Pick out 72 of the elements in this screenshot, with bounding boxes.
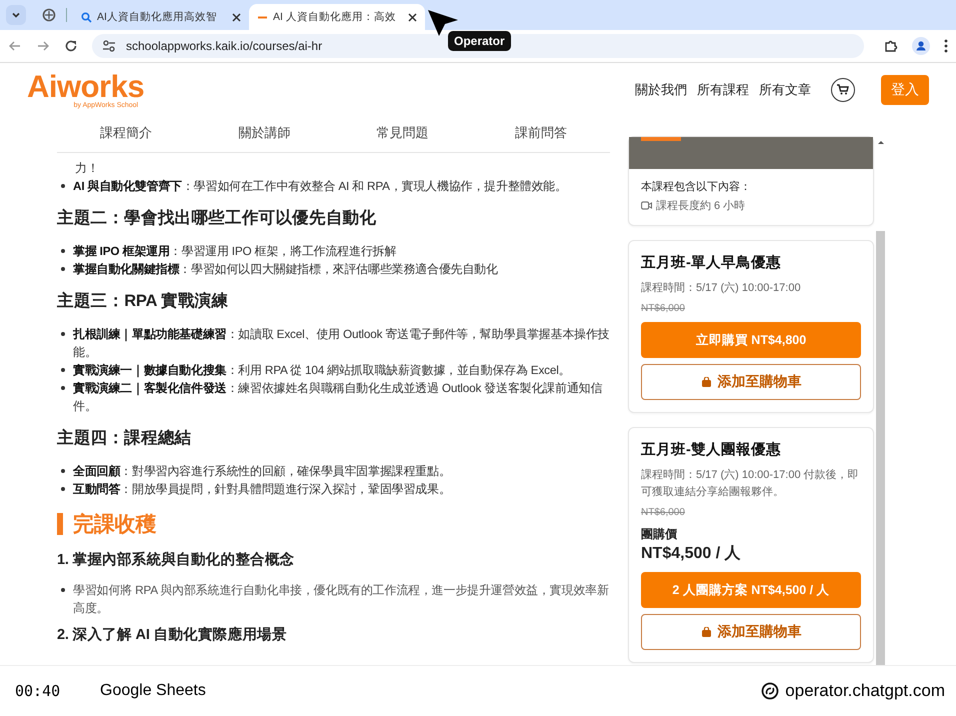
timer-text: 00:40 <box>15 682 62 700</box>
section-tab[interactable]: 常見問題 <box>334 116 472 152</box>
profile-icon[interactable] <box>912 37 930 55</box>
topic-heading: 主題二：學會找出哪些工作可以優先自動化 <box>57 208 378 229</box>
bullet-icon <box>61 469 65 473</box>
list-item-text: 力！ <box>74 160 100 177</box>
topic-heading: 主題四：課程總結 <box>57 428 192 449</box>
includes-title: 本課程包含以下內容： <box>641 180 752 194</box>
bullet-icon <box>61 184 65 188</box>
cart-button[interactable] <box>831 78 855 102</box>
bag-icon <box>700 627 712 637</box>
reload-icon[interactable] <box>64 39 78 53</box>
list-item-text: AI 與自動化雙管齊下：學習如何在工作中有效整合 AI 和 RPA，實現人機協作，提升整體效能。 <box>73 178 568 195</box>
subheading: 2. 深入了解 AI 自動化實際應用場景 <box>57 626 288 644</box>
add-to-cart-button[interactable]: 添加至購物車 <box>641 364 861 400</box>
brand-url: operator.chatgpt.com <box>785 681 945 701</box>
list-item-text: 實戰演練一｜數據自動化搜集：利用 RPA 從 104 網站抓取職缺薪資數據，並自動保存為 Excel。 <box>73 362 572 379</box>
add-to-cart-button[interactable]: 添加至購物車 <box>641 614 861 650</box>
nav-link[interactable]: 所有課程 <box>697 80 749 98</box>
offer-title: 五月班-單人早鳥優惠 <box>641 254 782 272</box>
schedule-text: 課程時間：5/17 (六) 10:00-17:00 付款後，即可獲取連結分享給團報夥伴。 <box>641 468 860 500</box>
schedule-text: 課程時間：5/17 (六) 10:00-17:00 <box>641 280 802 296</box>
includes-item: 課程長度約 6 小時 <box>656 198 746 213</box>
video-icon <box>641 201 652 210</box>
bullet-icon <box>61 267 65 271</box>
browser-tab[interactable]: AI 人資自動化應用：高效 <box>249 4 425 30</box>
close-icon[interactable] <box>408 12 417 22</box>
cart-icon <box>837 84 849 95</box>
bullet-icon <box>61 368 65 372</box>
puzzle-icon[interactable] <box>884 39 898 53</box>
bullet-icon <box>61 386 65 390</box>
close-icon[interactable] <box>232 12 241 22</box>
app-name: Google Sheets <box>100 682 206 700</box>
browser-tab[interactable]: AI人資自動化應用高效智 <box>73 4 249 30</box>
forward-icon[interactable] <box>36 39 50 53</box>
subheading: 1. 掌握內部系統與自動化的整合概念 <box>57 550 296 569</box>
original-price: NT$6,000 <box>641 303 686 314</box>
back-icon[interactable] <box>8 39 22 53</box>
bullet-icon <box>61 249 65 253</box>
list-item-text: 互動問答：開放學員提問，針對具體問題進行深入探討，鞏固學習成果。 <box>73 481 452 498</box>
topic-heading: 主題三：RPA 實戰演練 <box>57 290 230 312</box>
bullet-icon <box>61 487 65 491</box>
section-tab[interactable]: 關於講師 <box>195 116 334 152</box>
accent-bar <box>57 513 63 535</box>
operator-logo-icon <box>761 682 780 700</box>
bullet-icon <box>61 332 65 336</box>
offer-title: 五月班-雙人團報優惠 <box>641 440 782 459</box>
section-heading: 完課收穫 <box>73 512 156 538</box>
list-item-text: 掌握自動化關鍵指標：學習如何以四大關鍵指標，來評估哪些業務適合優先自動化 <box>73 261 499 278</box>
section-tab[interactable]: 課前問答 <box>472 116 610 152</box>
cursor-arrow-icon <box>426 8 460 38</box>
list-item-text: 實戰演練二｜客製化信件發送：練習依據姓名與職稱自動化生成並透過 Outlook 發送客製化課前通知信件。 <box>73 380 604 415</box>
bag-icon <box>700 377 712 387</box>
nav-link[interactable]: 關於我們 <box>635 80 687 98</box>
tab-list-button[interactable] <box>6 5 26 25</box>
original-price: NT$6,000 <box>641 507 686 518</box>
group-price-label: 團購價 <box>641 526 678 543</box>
group-price: NT$4,500 / 人 <box>641 544 742 564</box>
section-tab[interactable]: 課程簡介 <box>57 116 196 152</box>
bullet-icon <box>61 588 65 592</box>
list-item-text: 學習如何將 RPA 與內部系統進行自動化串接，優化既有的工作流程，進一步提升運營效益，實現效率新高度。 <box>73 582 610 617</box>
menu-icon[interactable] <box>944 39 948 53</box>
tooltip: Operator <box>448 31 511 51</box>
list-item-text: 掌握 IPO 框架運用：學習運用 IPO 框架，將工作流程進行拆解 <box>73 243 398 260</box>
list-item-text: 扎根訓練｜單點功能基礎練習：如讀取 Excel、使用 Outlook 寄送電子郵件等，幫助學員掌握基本操作技能。 <box>73 326 610 361</box>
nav-link[interactable]: 所有文章 <box>759 80 811 98</box>
site-settings-icon[interactable] <box>102 40 116 52</box>
chevron-down-icon <box>11 10 21 20</box>
list-item-text: 全面回顧：對學習內容進行系統性的回顧，確保學員牢固掌握課程重點。 <box>73 463 452 480</box>
search-icon <box>81 12 92 22</box>
photo-tag <box>641 137 681 141</box>
scrollbar-thumb[interactable] <box>876 231 885 665</box>
